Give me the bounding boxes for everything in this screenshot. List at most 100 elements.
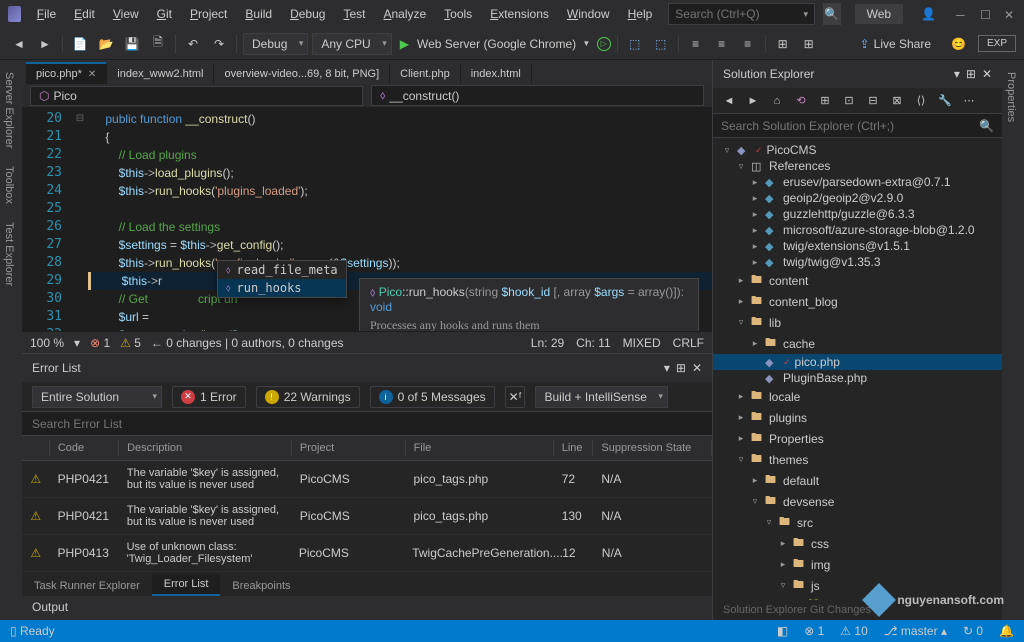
sol-dropdown-icon[interactable]: ▾ — [954, 67, 960, 81]
menu-file[interactable]: File — [29, 3, 64, 25]
global-search[interactable]: ▾ — [668, 3, 815, 25]
status-warnings[interactable]: ⚠ 10 — [840, 624, 867, 638]
error-row[interactable]: ⚠PHP0421The variable '$key' is assigned,… — [22, 461, 712, 498]
close-button[interactable]: ✕ — [1004, 8, 1016, 20]
error-count[interactable]: ⊗ 1 — [90, 336, 110, 350]
file-tab[interactable]: Client.php — [390, 64, 461, 84]
sol-5[interactable]: ⟨⟩ — [911, 91, 931, 111]
search-button[interactable]: 🔍 — [823, 3, 841, 25]
sol-7[interactable]: ⋯ — [959, 91, 979, 111]
menu-view[interactable]: View — [105, 3, 147, 25]
start-debug-button[interactable]: ▶ — [400, 37, 409, 51]
intellisense-item[interactable]: ⬨run_hooks — [218, 279, 346, 297]
menu-build[interactable]: Build — [237, 3, 280, 25]
tree-item[interactable]: ▿🖿themes — [713, 449, 1002, 470]
status-branch[interactable]: ⎇ master ▴ — [884, 624, 947, 638]
tb-misc-5[interactable]: ≡ — [737, 33, 759, 55]
error-row[interactable]: ⚠PHP0421The variable '$key' is assigned,… — [22, 498, 712, 535]
tree-item[interactable]: ▿◫References — [713, 158, 1002, 174]
status-preview[interactable]: ◧ — [777, 624, 788, 638]
tb-misc-6[interactable]: ⊞ — [772, 33, 794, 55]
changes-info[interactable]: ← 0 changes | 0 authors, 0 changes — [151, 336, 344, 350]
undo-button[interactable]: ↶ — [182, 33, 204, 55]
tree-item[interactable]: ▸🖿img — [713, 554, 1002, 575]
web-profile-badge[interactable]: Web — [855, 4, 903, 24]
open-button[interactable]: 📂 — [95, 33, 117, 55]
close-tab-icon[interactable]: ✕ — [88, 69, 96, 80]
search-input[interactable] — [675, 7, 803, 21]
menu-help[interactable]: Help — [620, 3, 661, 25]
tree-item[interactable]: ▸🖿default — [713, 470, 1002, 491]
menu-edit[interactable]: Edit — [66, 3, 103, 25]
save-all-button[interactable]: 🗎 — [147, 33, 169, 55]
tree-item[interactable]: ▸🖿css — [713, 533, 1002, 554]
indent-mode[interactable]: MIXED — [623, 336, 661, 350]
tree-item[interactable]: ▸🖿content_blog — [713, 291, 1002, 312]
tree-item[interactable]: ◆✓pico.php — [713, 354, 1002, 370]
errlist-dropdown-icon[interactable]: ▾ — [664, 361, 670, 375]
errlist-pin-icon[interactable]: ⊞ — [676, 361, 686, 375]
solution-search[interactable]: 🔍 — [713, 114, 1002, 138]
start-no-debug-button[interactable]: ▷ — [597, 37, 611, 51]
errors-filter[interactable]: ✕1 Error — [172, 386, 246, 408]
file-tab[interactable]: overview-video...69, 8 bit, PNG] — [214, 64, 390, 84]
feedback-button[interactable]: 😊 — [951, 37, 966, 51]
user-icon[interactable]: 👤 — [921, 7, 936, 21]
tree-item[interactable]: ▸◆guzzlehttp/guzzle@6.3.3 — [713, 206, 1002, 222]
tb-misc-7[interactable]: ⊞ — [798, 33, 820, 55]
sol-search-icon[interactable]: 🔍 — [979, 119, 994, 133]
tree-item[interactable]: ▸🖿cache — [713, 333, 1002, 354]
sol-1[interactable]: ⊞ — [815, 91, 835, 111]
panel-tab[interactable]: Breakpoints — [220, 576, 302, 596]
status-notifications[interactable]: 🔔 — [999, 624, 1014, 638]
sol-back[interactable]: ◄ — [719, 91, 739, 111]
sol-sync[interactable]: ⟲ — [791, 91, 811, 111]
tree-item[interactable]: ▸🖿locale — [713, 386, 1002, 407]
redo-button[interactable]: ↷ — [208, 33, 230, 55]
sol-home[interactable]: ⌂ — [767, 91, 787, 111]
status-sync[interactable]: ↻ 0 — [963, 624, 983, 638]
run-target-label[interactable]: Web Server (Google Chrome) — [417, 37, 576, 51]
tree-item[interactable]: ▿◆✓PicoCMS — [713, 142, 1002, 158]
class-nav-combo[interactable]: ⬡ Pico — [30, 86, 363, 106]
sol-2[interactable]: ⊡ — [839, 91, 859, 111]
clear-filter[interactable]: ✕ᶠ — [505, 386, 526, 408]
tree-item[interactable]: ▸🖿Properties — [713, 428, 1002, 449]
right-tab-properties[interactable]: Properties — [1002, 64, 1024, 130]
menu-project[interactable]: Project — [182, 3, 235, 25]
code-editor[interactable]: 202122232425262728293031323334353637 ⊟ p… — [22, 108, 712, 331]
intellisense-popup[interactable]: ⬨read_file_meta⬨run_hooks — [217, 260, 347, 298]
sol-pin-icon[interactable]: ⊞ — [966, 67, 976, 81]
zoom-level[interactable]: 100 % — [30, 336, 64, 350]
menu-test[interactable]: Test — [335, 3, 373, 25]
warning-count[interactable]: ⚠ 5 — [120, 336, 141, 350]
tb-misc-1[interactable]: ⬚ — [624, 33, 646, 55]
source-combo[interactable]: Build + IntelliSense — [535, 386, 667, 408]
errlist-close-icon[interactable]: ✕ — [692, 361, 702, 375]
tb-misc-3[interactable]: ≡ — [685, 33, 707, 55]
status-errors[interactable]: ⊗ 1 — [804, 624, 824, 638]
menu-debug[interactable]: Debug — [282, 3, 333, 25]
menu-window[interactable]: Window — [559, 3, 618, 25]
error-scope-combo[interactable]: Entire Solution — [32, 386, 162, 408]
output-panel-header[interactable]: Output — [22, 596, 712, 620]
live-share[interactable]: ⇪ Live Share — [852, 37, 939, 51]
error-row[interactable]: ⚠PHP0413Use of unknown class: 'Twig_Load… — [22, 535, 712, 572]
tree-item[interactable]: ▸◆twig/extensions@v1.5.1 — [713, 238, 1002, 254]
exp-badge[interactable]: EXP — [978, 35, 1016, 52]
tree-item[interactable]: ▸🖿plugins — [713, 407, 1002, 428]
left-tab-server-explorer[interactable]: Server Explorer — [0, 64, 22, 156]
line-indicator[interactable]: Ln: 29 — [531, 336, 564, 350]
solution-tree[interactable]: ▿◆✓PicoCMS▿◫References▸◆erusev/parsedown… — [713, 138, 1002, 600]
platform-combo[interactable]: Any CPU — [312, 33, 391, 55]
sol-close-icon[interactable]: ✕ — [982, 67, 992, 81]
left-tab-toolbox[interactable]: Toolbox — [0, 158, 22, 212]
tree-item[interactable]: ▸◆erusev/parsedown-extra@0.7.1 — [713, 174, 1002, 190]
tree-item[interactable]: ▸🖿content — [713, 270, 1002, 291]
col-indicator[interactable]: Ch: 11 — [576, 336, 610, 350]
panel-tab[interactable]: Error List — [152, 574, 221, 596]
tree-item[interactable]: ▿🖿devsense — [713, 491, 1002, 512]
menu-extensions[interactable]: Extensions — [482, 3, 557, 25]
tree-item[interactable]: ▿🖿lib — [713, 312, 1002, 333]
file-tab[interactable]: index_www2.html — [107, 64, 214, 84]
